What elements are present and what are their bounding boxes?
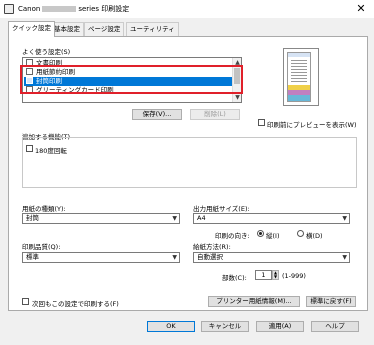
copies-input[interactable]: 1: [255, 270, 272, 280]
close-button[interactable]: ✕: [354, 2, 368, 16]
copies-range: (1-999): [282, 272, 306, 280]
copies-label: 部数(C):: [222, 274, 247, 282]
copies-stepper[interactable]: ▲ ▼: [272, 270, 279, 280]
rotate-180-label: 180度回転: [35, 147, 67, 155]
tab-quick-setup[interactable]: クイック設定: [8, 21, 55, 37]
paper-preview-icon: [287, 52, 311, 102]
tab-main[interactable]: 基本設定: [50, 22, 84, 36]
favorites-label: よく使う設定(S): [22, 48, 71, 56]
tab-maintenance[interactable]: ユーティリティ: [126, 22, 179, 36]
delete-button[interactable]: 削除(L): [190, 109, 240, 120]
printer-app-icon: [4, 4, 14, 14]
defaults-button[interactable]: 標準に戻す(F): [306, 296, 356, 307]
save-button[interactable]: 保存(V)...: [132, 109, 182, 120]
help-button[interactable]: ヘルプ: [311, 321, 359, 332]
preview-checkbox-label: 印刷前にプレビューを表示(W): [267, 121, 357, 129]
page-size-value: A4: [197, 214, 206, 222]
landscape-radio[interactable]: [297, 230, 304, 237]
paper-source-select[interactable]: 自動選択 ▼: [193, 252, 350, 263]
title-bar: Canon series 印刷設定 ✕: [0, 0, 374, 18]
always-print-checkbox[interactable]: [22, 298, 29, 305]
quality-value: 標準: [26, 253, 39, 261]
media-type-label: 用紙の種類(Y):: [22, 205, 66, 213]
apply-button[interactable]: 適用(A): [256, 321, 304, 332]
highlight-annotation: [20, 65, 243, 94]
page-size-select[interactable]: A4 ▼: [193, 213, 350, 224]
portrait-label: 縦(I): [266, 232, 280, 240]
stepper-down-icon[interactable]: ▼: [273, 275, 278, 279]
quality-label: 印刷品質(Q):: [22, 243, 61, 251]
rotate-180-checkbox[interactable]: [26, 145, 33, 152]
portrait-radio[interactable]: [257, 230, 264, 237]
landscape-label: 横(D): [306, 232, 323, 240]
paper-source-label: 給紙方法(R):: [193, 243, 231, 251]
ok-button[interactable]: OK: [147, 321, 195, 332]
title-prefix: Canon: [18, 5, 41, 13]
printer-media-info-button[interactable]: プリンター用紙情報(M)...: [208, 296, 300, 307]
chevron-down-icon: ▼: [342, 215, 347, 222]
chevron-down-icon: ▼: [172, 215, 177, 222]
tab-page-setup[interactable]: ページ設定: [84, 22, 125, 36]
orientation-label: 印刷の向き:: [215, 232, 250, 240]
media-type-select[interactable]: 封筒 ▼: [22, 213, 180, 224]
page-size-label: 出力用紙サイズ(E):: [193, 205, 250, 213]
redacted-model-name: [42, 6, 77, 12]
preview-checkbox[interactable]: [258, 119, 265, 126]
title-suffix: series 印刷設定: [78, 5, 130, 13]
scroll-down-icon[interactable]: ▼: [233, 93, 241, 102]
paper-source-value: 自動選択: [197, 253, 223, 261]
cancel-button[interactable]: キャンセル: [201, 321, 249, 332]
chevron-down-icon: ▼: [172, 254, 177, 261]
media-type-value: 封筒: [26, 214, 39, 222]
chevron-down-icon: ▼: [342, 254, 347, 261]
features-box: [22, 137, 357, 188]
always-print-label: 次回もこの設定で印刷する(F): [32, 300, 119, 308]
window-title: Canon series 印刷設定: [18, 4, 129, 14]
quality-select[interactable]: 標準 ▼: [22, 252, 180, 263]
